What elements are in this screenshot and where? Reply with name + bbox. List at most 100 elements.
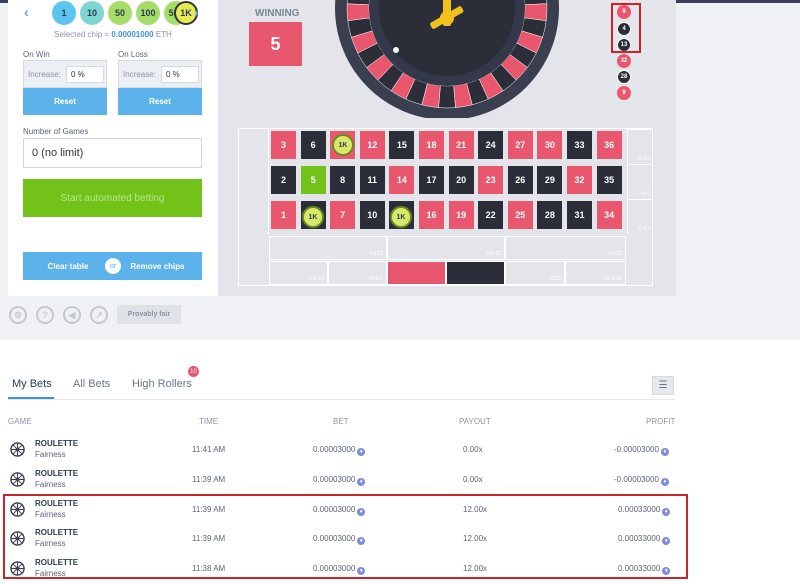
tab-high-rollers[interactable]: High Rollers bbox=[132, 378, 192, 390]
odd-bet[interactable]: ODD bbox=[505, 261, 565, 285]
on-loss-increase-input[interactable]: 0 % bbox=[161, 66, 199, 83]
on-win-increase-input[interactable]: 0 % bbox=[66, 66, 104, 83]
wheel-pocket bbox=[346, 0, 370, 5]
column-header-game: GAME bbox=[8, 417, 32, 426]
chevron-left-icon[interactable]: ‹ bbox=[24, 4, 29, 20]
number-cell[interactable]: 21 bbox=[448, 131, 474, 159]
placed-chip[interactable]: 1K bbox=[332, 134, 354, 156]
chip-50[interactable]: 50 bbox=[108, 1, 132, 25]
chip-10[interactable]: 10 bbox=[80, 1, 104, 25]
bet-amount: 0.00003000 ♦ bbox=[313, 475, 366, 486]
sound-icon[interactable]: ◀ bbox=[63, 306, 81, 324]
on-loss-increase: Increase: 0 % bbox=[118, 60, 202, 88]
number-cell[interactable]: 2 bbox=[271, 166, 296, 194]
bet-time: 11:39 AM bbox=[192, 474, 226, 484]
number-cell[interactable]: 17 bbox=[419, 166, 444, 194]
red-bet[interactable] bbox=[387, 261, 446, 285]
game-name[interactable]: ROULETTE bbox=[35, 469, 78, 478]
number-cell[interactable]: 3 bbox=[271, 131, 296, 159]
fairness-link[interactable]: Fairness bbox=[35, 450, 66, 459]
eth-coin-icon: ♦ bbox=[357, 448, 366, 456]
number-cell[interactable]: 34 bbox=[596, 201, 622, 229]
number-cell[interactable]: 33 bbox=[567, 131, 592, 159]
number-cell[interactable]: 24 bbox=[478, 131, 504, 159]
tab-my-bets[interactable]: My Bets bbox=[12, 378, 52, 390]
winning-number: 5 bbox=[249, 22, 302, 66]
dozen-bet-2[interactable]: 2nd 12 bbox=[387, 236, 505, 260]
game-name[interactable]: ROULETTE bbox=[35, 439, 78, 448]
number-cell[interactable]: 16 bbox=[419, 201, 444, 229]
number-cell[interactable]: 18 bbox=[419, 131, 444, 159]
number-cell[interactable]: 30 bbox=[537, 131, 563, 159]
number-cell[interactable]: 28 bbox=[537, 201, 563, 229]
settings-icon[interactable]: ⚙ bbox=[9, 306, 27, 324]
wheel-pocket bbox=[346, 3, 370, 21]
column-bet-2[interactable]: 2 to 1 bbox=[627, 164, 653, 199]
number-cell[interactable]: 32 bbox=[567, 166, 592, 194]
column-header-profit: PROFIT bbox=[646, 417, 676, 426]
selected-chip-unit: ETH bbox=[153, 30, 172, 39]
betting-board: 3691215182124273033362581114172023262932… bbox=[238, 128, 653, 286]
black-bet[interactable] bbox=[446, 261, 505, 285]
dozen-bet-1[interactable]: 1st 12 bbox=[269, 236, 387, 260]
dozen-label: 1st 12 bbox=[369, 251, 383, 257]
number-cell[interactable]: 25 bbox=[507, 201, 533, 229]
list-view-icon[interactable]: ☰ bbox=[652, 376, 674, 395]
dozen-bet-3[interactable]: 3rd 12 bbox=[505, 236, 626, 260]
history-highlight-frame bbox=[611, 3, 641, 53]
even-bet[interactable]: EVEN bbox=[328, 261, 387, 285]
number-cell[interactable]: 29 bbox=[537, 166, 563, 194]
number-cell[interactable]: 11 bbox=[359, 166, 385, 194]
number-cell[interactable]: 1 bbox=[271, 201, 296, 229]
column-bet-3[interactable]: 2 to 1 bbox=[627, 129, 653, 164]
number-cell[interactable]: 35 bbox=[596, 166, 622, 194]
chip-100[interactable]: 100 bbox=[136, 1, 160, 25]
number-of-games-input[interactable]: 0 (no limit) bbox=[23, 138, 202, 168]
help-icon[interactable]: ? bbox=[36, 306, 54, 324]
number-cell[interactable]: 12 bbox=[359, 131, 385, 159]
stats-icon[interactable]: ↗ bbox=[90, 306, 108, 324]
fairness-link[interactable]: Fairness bbox=[35, 480, 66, 489]
number-cell[interactable]: 14 bbox=[389, 166, 415, 194]
number-cell[interactable]: 36 bbox=[596, 131, 622, 159]
tab-all-bets[interactable]: All Bets bbox=[73, 378, 110, 390]
number-cell[interactable]: 23 bbox=[478, 166, 504, 194]
provably-fair-button[interactable]: Provably fair bbox=[117, 305, 181, 324]
on-win-reset-button[interactable]: Reset bbox=[23, 88, 107, 115]
number-cell[interactable]: 20 bbox=[448, 166, 474, 194]
chip-1[interactable]: 1 bbox=[52, 1, 76, 25]
high-rollers-badge: 10 bbox=[188, 366, 199, 377]
even-money-label: ODD bbox=[549, 276, 561, 282]
on-win-label: On Win bbox=[23, 50, 50, 59]
number-cell[interactable]: 8 bbox=[330, 166, 356, 194]
zero-cell[interactable] bbox=[239, 129, 269, 234]
on-loss-reset-button[interactable]: Reset bbox=[118, 88, 202, 115]
table-row[interactable]: ROULETTE Fairness 11:39 AM 0.00003000 ♦ 0… bbox=[8, 465, 675, 495]
column-bet-1[interactable]: 2 to 1 bbox=[627, 199, 653, 234]
start-automated-betting-button[interactable]: Start automated betting bbox=[23, 179, 202, 217]
remove-chips-button[interactable]: Remove chips bbox=[113, 252, 202, 280]
number-cell[interactable]: 15 bbox=[389, 131, 415, 159]
low-bet[interactable]: 1 to 18 bbox=[269, 261, 328, 285]
placed-chip[interactable]: 1K bbox=[390, 206, 412, 228]
roulette-game-icon bbox=[10, 472, 25, 487]
high-bet[interactable]: 19 to 36 bbox=[565, 261, 626, 285]
number-cell[interactable]: 10 bbox=[359, 201, 385, 229]
number-cell[interactable]: 5 bbox=[300, 166, 326, 194]
number-cell[interactable]: 26 bbox=[507, 166, 533, 194]
increase-label: Increase: bbox=[123, 70, 156, 79]
number-cell[interactable]: 22 bbox=[478, 201, 504, 229]
placed-chip[interactable]: 1K bbox=[302, 206, 324, 228]
number-cell[interactable]: 27 bbox=[507, 131, 533, 159]
wheel-pocket bbox=[438, 85, 456, 109]
number-cell[interactable]: 6 bbox=[300, 131, 326, 159]
number-cell[interactable]: 31 bbox=[567, 201, 592, 229]
clear-table-button[interactable]: Clear table bbox=[23, 252, 113, 280]
or-separator: or bbox=[105, 258, 121, 274]
roulette-wheel bbox=[335, 0, 559, 118]
table-row[interactable]: ROULETTE Fairness 11:41 AM 0.00003000 ♦ 0… bbox=[8, 435, 675, 465]
chevron-right-icon[interactable]: › bbox=[194, 4, 199, 20]
number-cell[interactable]: 7 bbox=[330, 201, 356, 229]
chip-selector: ‹ 1 10 50 100 500 1K › bbox=[16, 1, 212, 25]
number-cell[interactable]: 19 bbox=[448, 201, 474, 229]
